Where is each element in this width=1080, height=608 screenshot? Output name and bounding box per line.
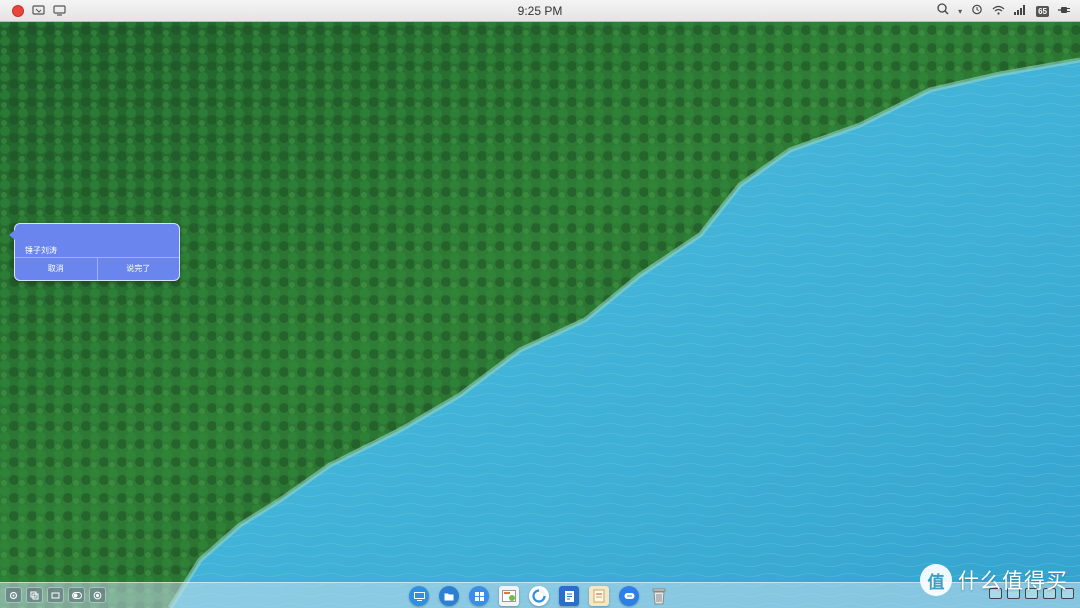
recognized-text: 锤子刘涛	[25, 246, 57, 255]
search-icon[interactable]	[937, 2, 949, 20]
toggle-icon[interactable]	[68, 587, 85, 603]
menubar-status-area: ▾ 65	[937, 0, 1070, 22]
settings-icon[interactable]	[5, 587, 22, 603]
site-watermark: 值 什么值得买	[920, 564, 1068, 596]
chevron-down-icon[interactable]: ▾	[958, 7, 962, 16]
popup-drag-strip[interactable]	[15, 224, 179, 233]
cancel-button[interactable]: 取消	[15, 258, 97, 280]
watermark-logo: 值	[920, 564, 952, 596]
voice-input-popup: 锤子刘涛 取消 说完了	[9, 223, 180, 281]
document-app-icon[interactable]	[559, 586, 579, 606]
alarm-icon[interactable]	[971, 2, 983, 20]
bottom-dock	[0, 582, 1080, 608]
signal-icon	[1014, 2, 1027, 20]
screenshot-icon[interactable]	[32, 5, 45, 16]
files-app-icon[interactable]	[439, 586, 459, 606]
dock-left-tray	[5, 587, 106, 603]
menubar-clock: 9:25 PM	[517, 4, 563, 18]
record-icon[interactable]	[89, 587, 106, 603]
battery-icon: 65	[1036, 5, 1049, 17]
messages-app-icon[interactable]	[619, 586, 639, 606]
close-dot-icon[interactable]	[12, 4, 24, 17]
browser-app-icon[interactable]	[529, 586, 549, 606]
menubar-left-group	[0, 4, 66, 17]
trash-icon[interactable]	[649, 586, 669, 606]
display-icon[interactable]	[53, 5, 66, 16]
watermark-text: 什么值得买	[958, 570, 1068, 593]
done-button[interactable]: 说完了	[96, 258, 180, 280]
wifi-icon[interactable]	[992, 2, 1005, 20]
copy-icon[interactable]	[26, 587, 43, 603]
dock-apps	[409, 586, 669, 606]
desktop-app-icon[interactable]	[409, 586, 429, 606]
top-menubar: 9:25 PM ▾ 65	[0, 0, 1080, 22]
desktop-wallpaper	[0, 0, 1080, 608]
grid-apps-icon[interactable]	[469, 586, 489, 606]
popup-button-row: 取消 说完了	[15, 257, 179, 280]
window-icon[interactable]	[47, 587, 64, 603]
notes-app-icon[interactable]	[589, 586, 609, 606]
gallery-app-icon[interactable]	[499, 586, 519, 606]
power-plug-icon	[1058, 2, 1070, 20]
